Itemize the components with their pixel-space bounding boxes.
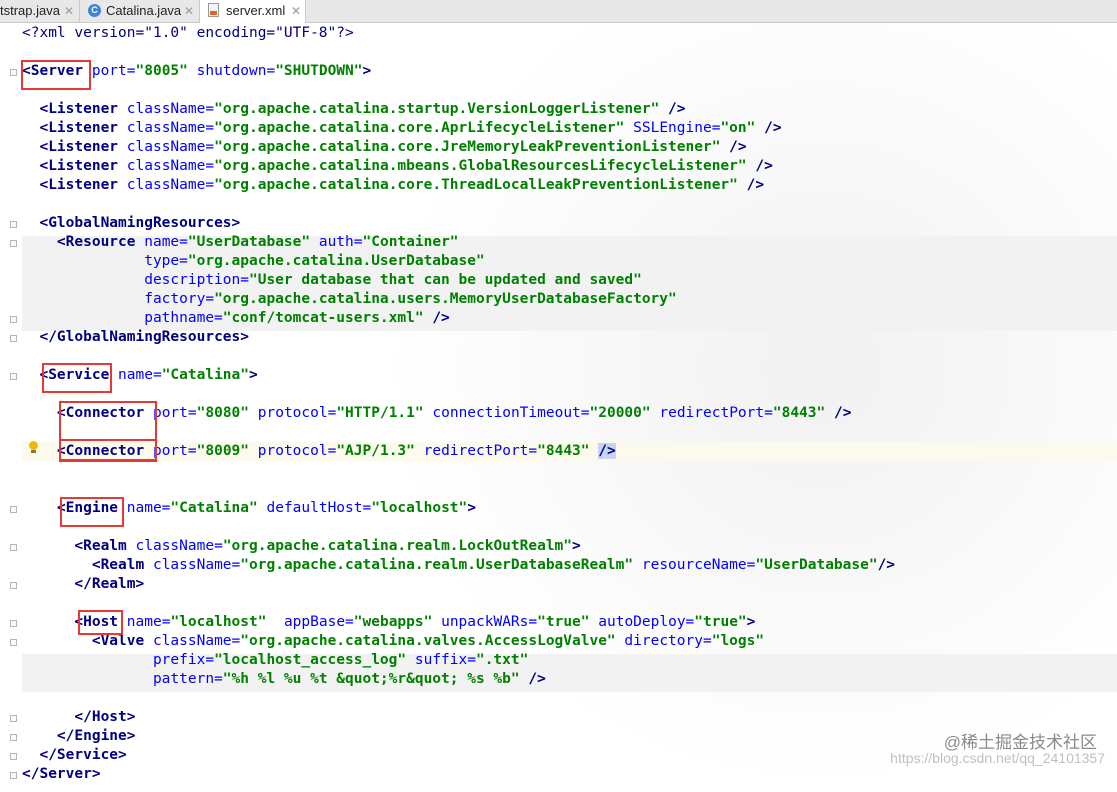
fold-icon[interactable] [10,221,17,228]
fold-icon[interactable] [10,753,17,760]
code-line: </Realm> [74,576,145,592]
fold-icon[interactable] [10,373,17,380]
fold-icon[interactable] [10,316,17,323]
code-line: type="org.apache.catalina.UserDatabase" [144,253,485,269]
fold-icon[interactable] [10,335,17,342]
code-line: <Realm className="org.apache.catalina.re… [74,538,581,554]
code-line: </Service> [39,747,127,763]
fold-icon[interactable] [10,715,17,722]
code-line: <?xml version="1.0" encoding="UTF-8"?> [22,25,354,41]
code-line: </Host> [74,709,136,725]
code-line: <Listener className="org.apache.catalina… [39,177,765,193]
close-icon[interactable]: ✕ [64,0,74,22]
code-line: <GlobalNamingResources> [39,215,241,231]
code-line: prefix="localhost_access_log" suffix=".t… [152,652,529,668]
highlight-box-connector-2 [59,439,157,462]
fold-icon[interactable] [10,620,17,627]
highlight-box-host [78,610,123,635]
tab-catalina-java[interactable]: C Catalina.java ✕ [80,0,200,22]
code-line: <Listener className="org.apache.catalina… [39,158,773,174]
code-line: <Resource name="UserDatabase" auth="Cont… [56,234,459,250]
close-icon[interactable]: ✕ [291,0,301,22]
highlight-box-service [42,363,112,393]
fold-icon[interactable] [10,639,17,646]
close-icon[interactable]: ✕ [184,0,194,22]
tab-label: tstrap.java [0,3,60,18]
code-line: description="User database that can be u… [144,272,642,288]
java-class-icon: C [88,4,101,17]
fold-icon[interactable] [10,69,17,76]
xml-file-icon [208,3,219,17]
editor-gutter [0,23,22,792]
code-line: </GlobalNamingResources> [39,329,249,345]
code-line: <Realm className="org.apache.catalina.re… [91,557,896,573]
code-line: pathname="conf/tomcat-users.xml" /> [144,310,450,326]
tab-label: server.xml [226,3,286,18]
code-line: </Engine> [56,728,136,744]
code-line: </Server> [22,766,101,782]
editor-tab-bar: tstrap.java ✕ C Catalina.java ✕ server.x… [0,0,1117,23]
highlight-box-server [21,60,91,90]
tab-server-xml[interactable]: server.xml ✕ [200,0,306,23]
code-line: <Listener className="org.apache.catalina… [39,101,686,117]
fold-icon[interactable] [10,506,17,513]
code-line: pattern="%h %l %u %t &quot;%r&quot; %s %… [152,671,546,687]
highlight-box-engine [60,497,124,527]
fold-icon[interactable] [10,240,17,247]
fold-icon[interactable] [10,734,17,741]
code-line: <Listener className="org.apache.catalina… [39,139,747,155]
fold-icon[interactable] [10,544,17,551]
code-line: factory="org.apache.catalina.users.Memor… [144,291,677,307]
code-editor[interactable]: <?xml version="1.0" encoding="UTF-8"?> <… [0,23,1117,792]
fold-icon[interactable] [10,772,17,779]
code-line: <Valve className="org.apache.catalina.va… [91,633,765,649]
tab-label: Catalina.java [106,3,182,18]
fold-icon[interactable] [10,582,17,589]
watermark-url: https://blog.csdn.net/qq_24101357 [890,750,1105,766]
code-line: <Host name="localhost" appBase="webapps"… [74,614,756,630]
code-line: <Listener className="org.apache.catalina… [39,120,782,136]
tab-bootstrap-java[interactable]: tstrap.java ✕ [0,0,80,22]
